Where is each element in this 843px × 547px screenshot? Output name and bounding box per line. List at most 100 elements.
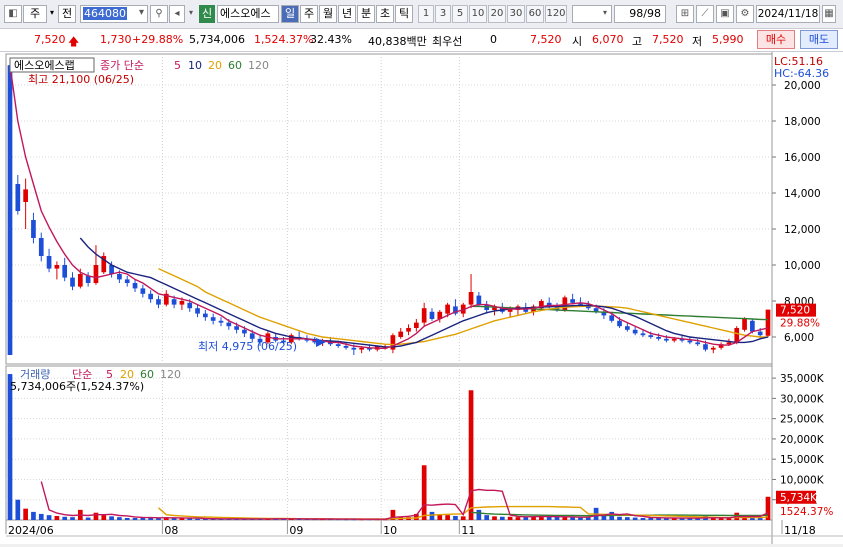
period-tab-1[interactable]: 주 [300, 5, 318, 23]
volume-bar-3 [31, 511, 36, 520]
candle-body-26 [210, 317, 216, 321]
settings-icon[interactable]: ⚙ [736, 5, 754, 23]
interval-tab-60[interactable]: 60 [526, 5, 544, 23]
hc-label: HC:-64.36 [774, 67, 829, 80]
date-field[interactable]: 2024/11/18 [756, 5, 820, 23]
volume-bar-78 [617, 516, 622, 520]
volume-bar-6 [54, 515, 60, 520]
candle-body-50 [398, 331, 404, 337]
buy-button[interactable]: 매수 [757, 30, 795, 49]
volume-bar-5 [46, 515, 52, 520]
vol-tick-label-0: 35,000K [780, 373, 825, 385]
volume-ratio: 1,524.37% [254, 33, 314, 46]
candle-body-54 [429, 311, 435, 319]
candle-body-85 [671, 338, 677, 341]
volume-bar-12 [101, 515, 107, 520]
price-tick-label-3: 14,000 [784, 188, 821, 200]
open-price: 6,070 [592, 33, 624, 46]
sell-button[interactable]: 매도 [800, 30, 838, 49]
interval-tab-10[interactable]: 10 [469, 5, 487, 23]
volume-bar-53 [421, 465, 427, 520]
price-tick-label-2: 16,000 [784, 152, 821, 164]
interval-tab-5[interactable]: 5 [452, 5, 468, 23]
volume-legend-ma-120: 120 [160, 368, 181, 381]
period-tab-4[interactable]: 분 [357, 5, 375, 23]
price-legend-ma-10: 10 [188, 59, 202, 72]
candle-body-96 [757, 331, 763, 336]
current-price: 7,520 [34, 33, 66, 46]
candle-body-15 [124, 279, 130, 283]
window-menu-icon[interactable]: ◧ [4, 5, 22, 23]
candle-body-56 [445, 304, 450, 314]
period-tab-2[interactable]: 월 [319, 5, 337, 23]
candle-body-82 [648, 335, 654, 337]
speaker-icon[interactable]: ◂ [169, 5, 185, 23]
market-select[interactable]: 주 [23, 5, 47, 23]
jeon-button[interactable]: 전 [58, 5, 76, 23]
candle-body-42 [335, 344, 341, 346]
market-dropdown-icon[interactable]: ▾ [48, 5, 56, 23]
vol-tick-label-1: 30,000K [780, 393, 825, 405]
volume-bar-61 [484, 515, 490, 520]
interval-tab-3[interactable]: 3 [435, 5, 451, 23]
priority-label: 최우선 [432, 35, 463, 48]
volume-bar-73 [578, 517, 583, 520]
candle-body-53 [421, 308, 427, 323]
code-dropdown-icon[interactable]: ▾ [135, 5, 148, 23]
interval-tab-120[interactable]: 120 [545, 5, 567, 23]
period-tab-3[interactable]: 년 [338, 5, 356, 23]
interval-tab-30[interactable]: 30 [507, 5, 525, 23]
period-tab-5[interactable]: 초 [376, 5, 394, 23]
volume-bar-24 [195, 518, 200, 520]
price-change: 1,730 [100, 33, 132, 46]
turnover-rate: 32.43% [310, 33, 352, 46]
new-badge: 신 [199, 5, 215, 23]
candle-body-11 [93, 265, 99, 283]
last-pct-label: 29.88% [780, 318, 820, 330]
period-tab-0[interactable]: 일 [281, 5, 299, 23]
candle-body-14 [117, 274, 122, 280]
candle-body-88 [695, 342, 701, 345]
x-label-1: 08 [164, 524, 178, 537]
volume-bar-0 [7, 374, 13, 520]
blank-dropdown-icon[interactable]: ▾ [598, 5, 612, 23]
period-tab-6[interactable]: 틱 [395, 5, 413, 23]
quote-bar: 7,520 🡅 1,730 +29.88% 5,734,006 1,524.37… [0, 29, 843, 52]
draw-line-icon[interactable]: ⟋ [696, 5, 714, 23]
candle-body-18 [148, 293, 154, 300]
x-label-2: 09 [289, 524, 303, 537]
ask-price: 7,520 [530, 33, 562, 46]
x-label-0: 2024/06 [8, 524, 54, 537]
candle-type-icon[interactable]: ⊞ [676, 5, 694, 23]
volume-bar-57 [453, 515, 458, 520]
volume-bar-80 [632, 517, 638, 520]
candle-body-72 [570, 299, 575, 303]
volume-bar-13 [109, 516, 114, 520]
candle-body-44 [351, 347, 357, 350]
price-panel-frame [5, 53, 773, 365]
x-label-5: 11/18 [784, 524, 816, 537]
search-icon[interactable]: ⚲ [150, 5, 168, 23]
interval-tab-1[interactable]: 1 [418, 5, 434, 23]
low-price: 5,990 [712, 33, 744, 46]
candle-body-52 [414, 322, 419, 328]
speaker-dropdown-icon[interactable]: ▾ [186, 5, 196, 23]
price-legend-ma-60: 60 [228, 59, 242, 72]
candle-body-16 [132, 283, 138, 289]
candle-body-25 [203, 313, 208, 318]
price-tick-label-5: 10,000 [784, 260, 821, 272]
save-icon[interactable]: ▣ [716, 5, 734, 23]
price-legend-name: 에스오에스랩 [14, 59, 75, 72]
volume-bar-19 [156, 518, 161, 520]
candle-body-7 [62, 265, 68, 278]
volume-bar-8 [70, 517, 75, 520]
trade-amount: 40,838백만 [368, 35, 427, 48]
candle-body-78 [617, 320, 622, 327]
calendar-icon[interactable]: ▦ [822, 5, 836, 23]
volume-bar-66 [523, 517, 529, 520]
interval-tab-20[interactable]: 20 [488, 5, 506, 23]
candle-body-84 [664, 338, 669, 341]
volume-bar-65 [515, 517, 521, 520]
volume-bar-74 [585, 517, 591, 520]
candle-body-22 [179, 301, 185, 305]
